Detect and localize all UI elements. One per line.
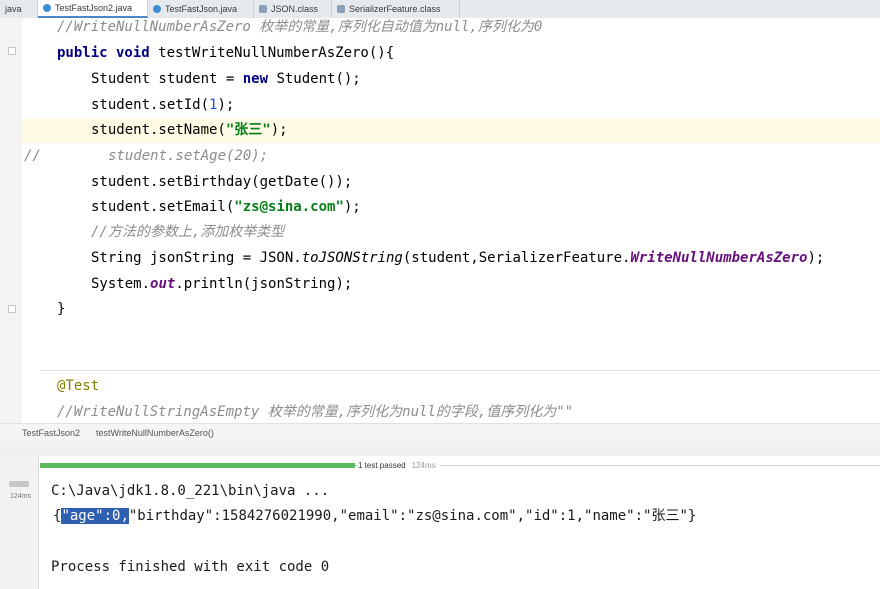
code-line-setemail: student.setEmail("zs@sina.com");	[91, 195, 361, 220]
code-annotation: @Test	[57, 378, 100, 394]
code-enum-constant: WriteNullNumberAsZero	[630, 250, 808, 266]
code-string: "张三"	[225, 122, 271, 138]
test-status-text: 1 test passed	[358, 461, 406, 470]
tab-testfastjson2[interactable]: TestFastJson2.java	[38, 0, 148, 18]
code-static-method: toJSONString	[301, 250, 403, 266]
editor-tab-bar: java TestFastJson2.java TestFastJson.jav…	[0, 0, 880, 19]
code-text: testWriteNullNumberAsZero(){	[149, 45, 395, 61]
tab-java-partial[interactable]: java	[0, 0, 38, 18]
tab-testfastjson[interactable]: TestFastJson.java	[148, 0, 254, 18]
test-duration: 124ms	[10, 493, 32, 500]
code-line-setbirthday: student.setBirthday(getDate());	[91, 174, 353, 190]
code-text: Student();	[268, 71, 361, 87]
code-line-new-student: Student student = new Student();	[91, 67, 361, 92]
code-keyword: new	[242, 71, 269, 87]
line-comment-marker: //	[24, 148, 41, 164]
code-keyword: public void	[57, 45, 150, 61]
tab-label: JSON.class	[271, 4, 319, 14]
console-output-json[interactable]: {"age":0,"birthday":1584276021990,"email…	[53, 505, 696, 527]
code-text: String jsonString = JSON.	[91, 250, 302, 266]
code-text: );	[270, 122, 288, 138]
breadcrumb: TestFastJson2 testWriteNullNumberAsZero(…	[0, 423, 880, 442]
java-class-icon	[43, 4, 51, 12]
code-text: student.setEmail(	[91, 199, 235, 215]
tool-window-header	[0, 441, 880, 457]
fold-icon[interactable]	[8, 305, 16, 313]
code-comment: //WriteNullNumberAsZero 枚举的常量,序列化自动值为nul…	[57, 19, 543, 35]
code-comment: //方法的参数上,添加枚举类型	[91, 224, 285, 240]
test-progress-bar	[40, 463, 355, 468]
code-text: );	[807, 250, 825, 266]
code-line-method-signature: public void testWriteNullNumberAsZero(){	[57, 41, 394, 66]
test-status-time: 124ms	[411, 461, 436, 470]
run-tool-window: 124ms 1 test passed 124ms C:\Java\jdk1.8.…	[0, 456, 880, 589]
code-text: .println(jsonString);	[175, 276, 353, 292]
tab-serializerfeature-class[interactable]: SerializerFeature.class	[332, 0, 460, 18]
code-text: Student student =	[91, 71, 243, 87]
code-line-println: System.out.println(jsonString);	[91, 272, 352, 297]
code-line-setid: student.setId(1);	[91, 93, 234, 118]
output-text: "birthday":1584276021990,"email":"zs@sin…	[128, 508, 697, 524]
tab-label: TestFastJson2.java	[55, 3, 133, 13]
code-static-field: out	[150, 276, 176, 292]
editor-gutter	[0, 18, 22, 423]
code-line-jsonstring: String jsonString = JSON.toJSONString(st…	[91, 246, 824, 271]
fold-icon[interactable]	[8, 47, 16, 55]
code-editor[interactable]: //WriteNullNumberAsZero 枚举的常量,序列化自动值为nul…	[0, 18, 880, 423]
code-text: );	[343, 199, 361, 215]
console-command-line[interactable]: C:\Java\jdk1.8.0_221\bin\java ...	[51, 480, 329, 502]
tab-label: SerializerFeature.class	[349, 4, 441, 14]
code-text: student.setId(	[91, 97, 210, 113]
code-commented-out: student.setAge(20);	[108, 148, 269, 164]
code-comment: //WriteNullStringAsEmpty 枚举的常量,序列化为null的…	[57, 404, 574, 420]
class-file-icon	[259, 5, 267, 13]
tab-label: java	[5, 4, 22, 14]
code-line-setname: student.setName("张三");	[91, 118, 288, 143]
tab-label: TestFastJson.java	[165, 4, 238, 14]
test-tree-sidebar: 124ms	[0, 456, 39, 589]
tab-json-class[interactable]: JSON.class	[254, 0, 332, 18]
breadcrumb-method[interactable]: testWriteNullNumberAsZero()	[96, 428, 214, 438]
breadcrumb-class[interactable]: TestFastJson2	[22, 428, 80, 438]
test-result-marker	[9, 481, 29, 487]
method-separator	[40, 370, 880, 371]
code-string: "zs@sina.com"	[234, 199, 344, 215]
code-closing-brace: }	[57, 301, 66, 317]
code-text: System.	[91, 276, 151, 292]
code-text: student.setName(	[91, 122, 226, 138]
test-status: 1 test passed 124ms	[358, 460, 440, 472]
code-text: (student,SerializerFeature.	[402, 250, 631, 266]
java-class-icon	[153, 5, 161, 13]
code-text: );	[217, 97, 235, 113]
selected-text[interactable]: "age":0,	[61, 508, 129, 524]
class-file-icon	[337, 5, 345, 13]
console-exit-message: Process finished with exit code 0	[51, 559, 330, 575]
